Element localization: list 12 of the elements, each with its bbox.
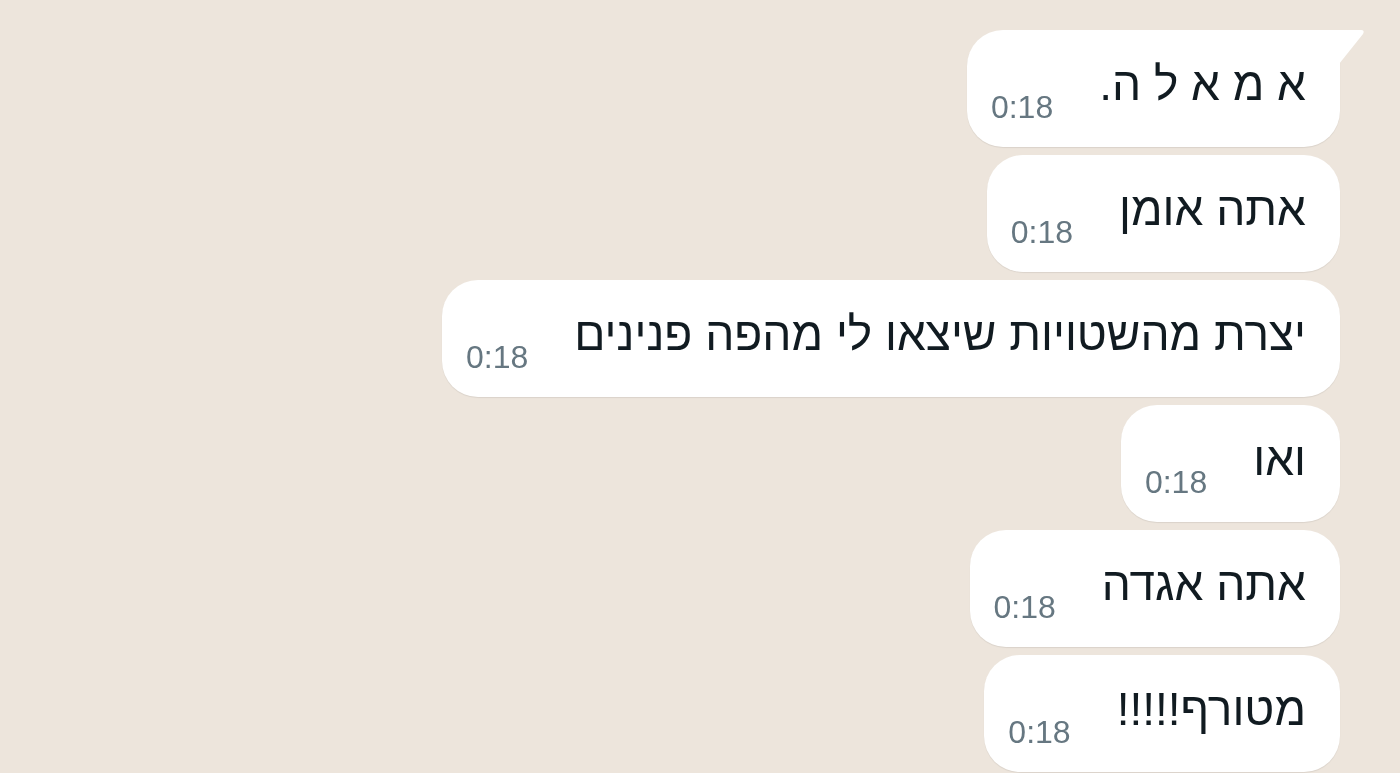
message-text: א מ א ל ה. — [1099, 58, 1306, 110]
message-text: ואו — [1253, 433, 1306, 485]
message-time: 0:18 — [990, 89, 1054, 125]
message-text: אתה אומן — [1119, 183, 1306, 235]
message-time: 0:18 — [1008, 714, 1071, 750]
message-time: 0:18 — [993, 589, 1056, 625]
message-text: מטורף!!!!! — [1116, 683, 1306, 735]
message-time: 0:18 — [1144, 464, 1208, 500]
message-text: אתה אגדה — [1101, 558, 1306, 610]
message-time: 0:18 — [466, 339, 529, 375]
message-time: 0:18 — [1010, 214, 1073, 250]
message-text: יצרת מהשטויות שיצאו לי מהפה פנינים — [574, 308, 1306, 360]
